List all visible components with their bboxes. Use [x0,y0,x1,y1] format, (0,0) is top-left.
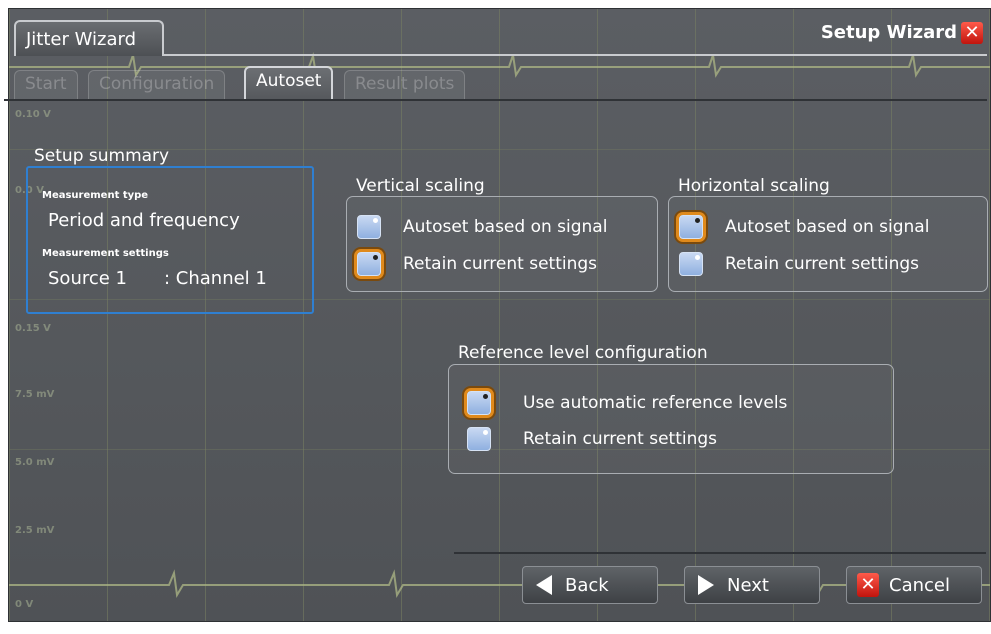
next-button[interactable]: Next [684,566,820,604]
tab-configuration[interactable]: Configuration [88,70,226,100]
vertical-scaling-group: Autoset based on signal Retain current s… [346,196,658,292]
source-label: Source 1 [48,268,127,289]
radio-button-selected[interactable] [357,252,381,276]
close-icon[interactable]: ✕ [961,22,983,44]
vertical-autoset-option[interactable]: Autoset based on signal [357,215,607,239]
back-button[interactable]: Back [522,566,658,604]
reference-level-title: Reference level configuration [458,343,708,363]
measurement-type-value: Period and frequency [48,210,240,231]
radio-button[interactable] [679,252,703,276]
measurement-settings-label: Measurement settings [42,248,169,259]
tab-autoset[interactable]: Autoset [244,66,334,100]
horizontal-autoset-option[interactable]: Autoset based on signal [679,215,929,239]
setup-summary-heading: Setup summary [34,146,170,166]
measurement-type-label: Measurement type [42,190,149,201]
y-axis-label: 0 V [15,599,34,610]
y-axis-label: 2.5 mV [15,525,55,536]
buttons-divider [454,552,986,554]
y-axis-label: 0.15 V [15,323,51,334]
back-label: Back [565,574,609,596]
radio-button[interactable] [357,215,381,239]
setup-summary-box: Measurement type Period and frequency Me… [26,166,314,314]
option-label: Autoset based on signal [403,217,608,237]
jitter-wizard-tab[interactable]: Jitter Wizard [14,20,164,56]
arrow-left-icon [533,574,555,596]
tab-start[interactable]: Start [14,70,78,100]
option-label: Autoset based on signal [725,217,930,237]
tab-result-plots[interactable]: Result plots [344,70,466,100]
option-label: Retain current settings [523,429,718,449]
horizontal-scaling-group: Autoset based on signal Retain current s… [668,196,988,292]
next-label: Next [727,574,769,596]
option-label: Retain current settings [403,254,598,274]
radio-button[interactable] [467,427,491,451]
horizontal-retain-option[interactable]: Retain current settings [679,252,919,276]
reference-retain-option[interactable]: Retain current settings [467,427,717,451]
wizard-title: Setup Wizard [820,22,957,43]
option-label: Use automatic reference levels [523,393,788,413]
vertical-retain-option[interactable]: Retain current settings [357,252,597,276]
source-value: : Channel 1 [164,268,267,289]
arrow-right-icon [695,574,717,596]
y-axis-label: 0.10 V [15,109,51,120]
radio-button-selected[interactable] [679,215,703,239]
title-divider [164,54,987,56]
y-axis-label: 7.5 mV [15,389,55,400]
y-axis-label: 5.0 mV [15,457,55,468]
horizontal-scaling-title: Horizontal scaling [678,176,830,196]
cancel-button[interactable]: ✕ Cancel [846,566,982,604]
waveform-trace-bottom [9,569,990,598]
vertical-scaling-title: Vertical scaling [356,176,485,196]
screen: 0.10 V 0.0 V 0.15 V 7.5 mV 5.0 mV 2.5 mV… [0,0,991,634]
cancel-x-icon: ✕ [857,573,879,597]
tabs-divider [4,99,987,101]
reference-level-group: Use automatic reference levels Retain cu… [448,364,894,474]
cancel-label: Cancel [889,574,950,596]
option-label: Retain current settings [725,254,920,274]
reference-automatic-option[interactable]: Use automatic reference levels [467,391,787,415]
radio-button-selected[interactable] [467,391,491,415]
